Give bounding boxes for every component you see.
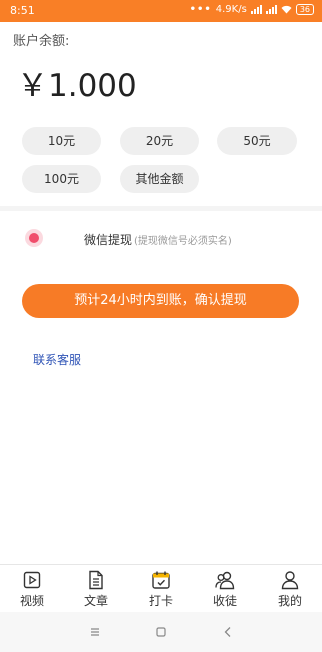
nav-item-article[interactable]: 文章 — [71, 570, 121, 609]
wifi-icon — [281, 5, 292, 14]
wechat-withdraw-label: 微信提现 — [84, 233, 133, 247]
back-icon[interactable] — [218, 622, 238, 642]
nav-label-mine: 我的 — [277, 594, 302, 608]
confirm-withdraw-button[interactable]: 预计24小时内到账，确认提现 — [22, 284, 299, 318]
users-icon — [215, 571, 235, 590]
nav-item-video[interactable]: 视频 — [7, 570, 57, 609]
signal-icon — [250, 5, 262, 14]
home-icon[interactable] — [151, 622, 171, 642]
balance-label: 账户余额: — [13, 34, 70, 49]
contact-support-link[interactable]: 联系客服 — [33, 351, 81, 368]
video-icon — [23, 571, 41, 589]
calendar-icon — [152, 571, 170, 589]
balance-amount: ￥1.000 — [17, 68, 137, 104]
notification-dots-icon: ••• — [189, 4, 212, 15]
section-divider — [0, 206, 322, 211]
nav-item-mine[interactable]: 我的 — [265, 570, 315, 609]
nav-label-recruit: 收徒 — [212, 594, 237, 608]
amount-option-10[interactable]: 10元 — [22, 127, 101, 155]
nav-item-checkin[interactable]: 打卡 — [136, 570, 186, 609]
user-icon — [281, 571, 299, 590]
wechat-withdraw-option[interactable]: 微信提现 (提现微信号必须实名) — [84, 231, 232, 248]
status-indicators: ••• 4.9K/s 36 — [190, 4, 314, 15]
nav-item-recruit[interactable]: 收徒 — [200, 570, 250, 609]
wechat-radio[interactable] — [25, 229, 43, 247]
nav-label-video: 视频 — [19, 594, 44, 608]
article-icon — [89, 570, 103, 590]
menu-icon[interactable] — [85, 622, 105, 642]
amount-option-20[interactable]: 20元 — [120, 127, 199, 155]
signal-icon-2 — [265, 5, 277, 14]
amount-option-50[interactable]: 50元 — [217, 127, 297, 155]
amount-option-100[interactable]: 100元 — [22, 165, 101, 193]
battery-icon: 36 — [295, 4, 314, 15]
amount-option-other[interactable]: 其他金额 — [120, 165, 199, 193]
system-nav-bar — [0, 612, 322, 652]
nav-label-checkin: 打卡 — [148, 594, 173, 608]
status-bar: 8:51 ••• 4.9K/s 36 — [0, 0, 322, 22]
status-time: 8:51 — [10, 4, 35, 17]
network-speed: 4.9K/s — [215, 4, 247, 15]
nav-label-article: 文章 — [83, 594, 108, 608]
bottom-nav: 视频 文章 打卡 收徒 我的 — [0, 564, 322, 613]
wechat-withdraw-note: (提现微信号必须实名) — [134, 236, 232, 247]
